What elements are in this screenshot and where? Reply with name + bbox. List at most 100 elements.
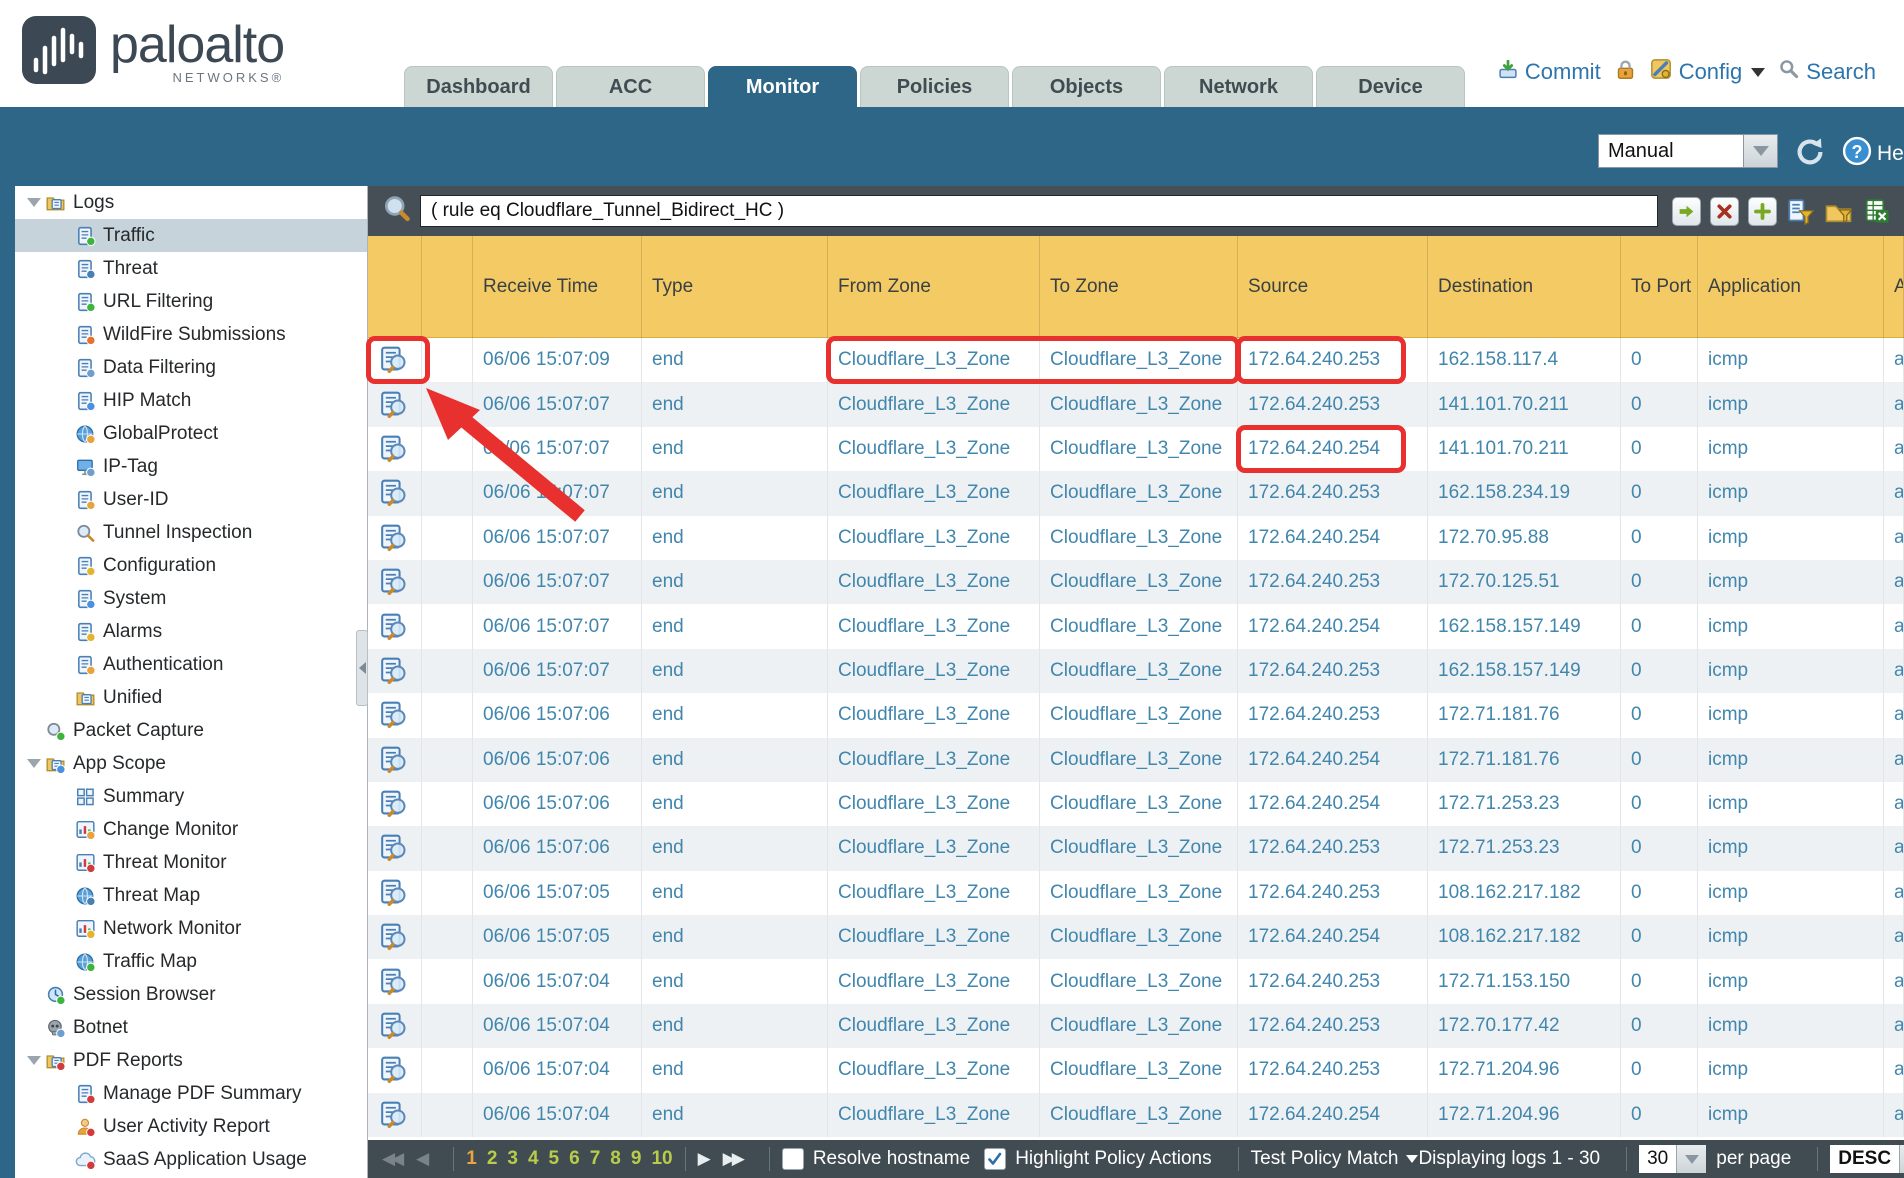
sidebar-item-manage-pdf-summary[interactable]: Manage PDF Summary xyxy=(15,1077,367,1110)
sidebar-item-pdf-reports[interactable]: PDF Reports xyxy=(15,1044,367,1077)
sidebar-item-network-monitor[interactable]: Network Monitor xyxy=(15,912,367,945)
sidebar-item-summary[interactable]: Summary xyxy=(15,780,367,813)
prev-page-button[interactable]: ◀ xyxy=(416,1149,425,1169)
cell-destination[interactable]: 141.101.70.211 xyxy=(1428,427,1621,471)
cell-from-zone[interactable]: Cloudflare_L3_Zone xyxy=(828,604,1040,648)
cell-application[interactable]: icmp xyxy=(1698,338,1884,382)
log-detail-icon[interactable] xyxy=(368,826,422,870)
cell-application[interactable]: icmp xyxy=(1698,826,1884,870)
cell-to-zone[interactable]: Cloudflare_L3_Zone xyxy=(1040,1004,1238,1048)
cell-destination[interactable]: 162.158.117.4 xyxy=(1428,338,1621,382)
cell-source[interactable]: 172.64.240.253 xyxy=(1238,649,1428,693)
tree-expander-icon[interactable] xyxy=(23,198,45,207)
column-header-destination[interactable]: Destination xyxy=(1428,236,1621,338)
sidebar-item-app-scope[interactable]: App Scope xyxy=(15,747,367,780)
clear-filter-button[interactable] xyxy=(1710,197,1739,226)
page-link-7[interactable]: 7 xyxy=(590,1148,601,1170)
cell-application[interactable]: icmp xyxy=(1698,915,1884,959)
column-header-to-port[interactable]: To Port xyxy=(1621,236,1698,338)
tab-network[interactable]: Network xyxy=(1164,66,1313,107)
log-detail-icon[interactable] xyxy=(368,338,422,382)
log-detail-icon[interactable] xyxy=(368,1004,422,1048)
log-detail-icon[interactable] xyxy=(368,693,422,737)
cell-to-zone[interactable]: Cloudflare_L3_Zone xyxy=(1040,915,1238,959)
last-page-button[interactable]: ▶▶ xyxy=(723,1149,741,1169)
column-header-source[interactable]: Source xyxy=(1238,236,1428,338)
cell-from-zone[interactable]: Cloudflare_L3_Zone xyxy=(828,560,1040,604)
column-header-from-zone[interactable]: From Zone xyxy=(828,236,1040,338)
cell-to-zone[interactable]: Cloudflare_L3_Zone xyxy=(1040,560,1238,604)
cell-application[interactable]: icmp xyxy=(1698,604,1884,648)
log-detail-icon[interactable] xyxy=(368,382,422,426)
highlight-policy-actions-checkbox[interactable] xyxy=(984,1148,1006,1170)
cell-source[interactable]: 172.64.240.253 xyxy=(1238,471,1428,515)
cell-to-zone[interactable]: Cloudflare_L3_Zone xyxy=(1040,959,1238,1003)
cell-to-zone[interactable]: Cloudflare_L3_Zone xyxy=(1040,604,1238,648)
sidebar-item-tunnel-inspection[interactable]: Tunnel Inspection xyxy=(15,516,367,549)
cell-from-zone[interactable]: Cloudflare_L3_Zone xyxy=(828,1048,1040,1092)
cell-application[interactable]: icmp xyxy=(1698,560,1884,604)
page-link-6[interactable]: 6 xyxy=(569,1148,580,1170)
page-link-10[interactable]: 10 xyxy=(651,1148,672,1170)
cell-source[interactable]: 172.64.240.254 xyxy=(1238,1093,1428,1137)
cell-source[interactable]: 172.64.240.254 xyxy=(1238,516,1428,560)
column-header-a[interactable]: A xyxy=(1884,236,1904,338)
cell-from-zone[interactable]: Cloudflare_L3_Zone xyxy=(828,871,1040,915)
sort-order-select[interactable]: DESC xyxy=(1830,1145,1904,1173)
first-page-button[interactable]: ◀◀ xyxy=(382,1149,400,1169)
cell-application[interactable]: icmp xyxy=(1698,1004,1884,1048)
cell-from-zone[interactable]: Cloudflare_L3_Zone xyxy=(828,693,1040,737)
cell-from-zone[interactable]: Cloudflare_L3_Zone xyxy=(828,915,1040,959)
sidebar-item-globalprotect[interactable]: GlobalProtect xyxy=(15,417,367,450)
column-header-application[interactable]: Application xyxy=(1698,236,1884,338)
per-page-dropdown-button[interactable] xyxy=(1676,1145,1706,1173)
column-header-receive-time[interactable]: Receive Time xyxy=(473,236,642,338)
cell-source[interactable]: 172.64.240.253 xyxy=(1238,826,1428,870)
column-header-to-zone[interactable]: To Zone xyxy=(1040,236,1238,338)
cell-source[interactable]: 172.64.240.254 xyxy=(1238,782,1428,826)
cell-from-zone[interactable]: Cloudflare_L3_Zone xyxy=(828,738,1040,782)
tab-monitor[interactable]: Monitor xyxy=(708,66,857,107)
tab-policies[interactable]: Policies xyxy=(860,66,1009,107)
cell-destination[interactable]: 108.162.217.182 xyxy=(1428,915,1621,959)
cell-from-zone[interactable]: Cloudflare_L3_Zone xyxy=(828,826,1040,870)
sidebar-item-url-filtering[interactable]: URL Filtering xyxy=(15,285,367,318)
cell-from-zone[interactable]: Cloudflare_L3_Zone xyxy=(828,471,1040,515)
cell-application[interactable]: icmp xyxy=(1698,1048,1884,1092)
commit-button[interactable]: Commit xyxy=(1498,59,1601,85)
cell-destination[interactable]: 172.71.153.150 xyxy=(1428,959,1621,1003)
cell-to-zone[interactable]: Cloudflare_L3_Zone xyxy=(1040,871,1238,915)
cell-source[interactable]: 172.64.240.254 xyxy=(1238,427,1428,471)
cell-destination[interactable]: 172.71.253.23 xyxy=(1428,826,1621,870)
cell-from-zone[interactable]: Cloudflare_L3_Zone xyxy=(828,427,1040,471)
lock-icon[interactable] xyxy=(1615,59,1636,86)
next-page-button[interactable]: ▶ xyxy=(698,1149,707,1169)
sidebar-item-unified[interactable]: Unified xyxy=(15,681,367,714)
saved-filters-button[interactable] xyxy=(1824,197,1853,226)
page-link-5[interactable]: 5 xyxy=(549,1148,560,1170)
sidebar-item-data-filtering[interactable]: Data Filtering xyxy=(15,351,367,384)
cell-destination[interactable]: 162.158.234.19 xyxy=(1428,471,1621,515)
filter-builder-button[interactable] xyxy=(1786,197,1815,226)
cell-destination[interactable]: 162.158.157.149 xyxy=(1428,649,1621,693)
cell-source[interactable]: 172.64.240.253 xyxy=(1238,338,1428,382)
cell-source[interactable]: 172.64.240.254 xyxy=(1238,604,1428,648)
test-policy-match-button[interactable]: Test Policy Match xyxy=(1251,1148,1419,1170)
sidebar-item-traffic[interactable]: Traffic xyxy=(15,219,367,252)
cell-destination[interactable]: 108.162.217.182 xyxy=(1428,871,1621,915)
page-link-4[interactable]: 4 xyxy=(528,1148,539,1170)
commit-mode-select[interactable]: Manual xyxy=(1598,134,1778,168)
cell-source[interactable]: 172.64.240.253 xyxy=(1238,959,1428,1003)
cell-destination[interactable]: 172.71.204.96 xyxy=(1428,1093,1621,1137)
cell-source[interactable]: 172.64.240.253 xyxy=(1238,871,1428,915)
cell-source[interactable]: 172.64.240.254 xyxy=(1238,738,1428,782)
cell-from-zone[interactable]: Cloudflare_L3_Zone xyxy=(828,382,1040,426)
sidebar-item-change-monitor[interactable]: Change Monitor xyxy=(15,813,367,846)
page-link-8[interactable]: 8 xyxy=(610,1148,621,1170)
sidebar-collapse-handle[interactable] xyxy=(356,630,368,706)
cell-destination[interactable]: 172.70.95.88 xyxy=(1428,516,1621,560)
log-detail-icon[interactable] xyxy=(368,560,422,604)
cell-application[interactable]: icmp xyxy=(1698,693,1884,737)
sidebar-item-logs[interactable]: Logs xyxy=(15,186,367,219)
cell-from-zone[interactable]: Cloudflare_L3_Zone xyxy=(828,1093,1040,1137)
